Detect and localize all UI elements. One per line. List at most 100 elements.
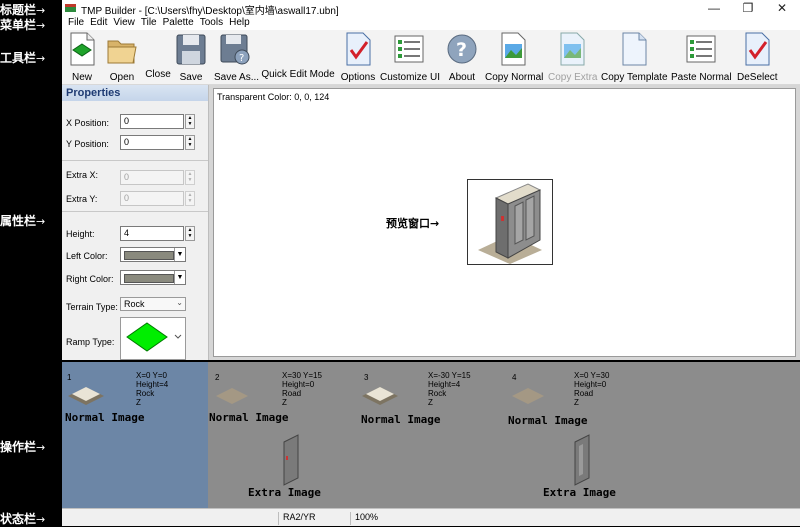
y-position-input[interactable]: 0 ▲ ▼: [120, 135, 195, 150]
about-button[interactable]: ? About: [444, 32, 480, 83]
extra-x-spinner[interactable]: ▲ ▼: [185, 170, 195, 185]
tile-preview: [467, 179, 553, 265]
tile-1-thumbnail[interactable]: [66, 382, 106, 406]
right-color-label: Right Color:: [66, 274, 114, 284]
preview-area: Transparent Color: 0, 0, 124 预览窗口→: [209, 85, 800, 360]
height-spinner[interactable]: ▲ ▼: [185, 226, 195, 241]
menu-tile[interactable]: Tile: [141, 16, 157, 30]
quick-edit-mode-button[interactable]: Quick Edit Mode: [261, 32, 335, 80]
extra-y-spinner[interactable]: ▲ ▼: [185, 191, 195, 206]
extra-y-value: 0: [124, 193, 130, 203]
copy-template-button[interactable]: Copy Template: [601, 32, 668, 83]
menu-tools[interactable]: Tools: [200, 16, 223, 30]
menu-palette[interactable]: Palette: [163, 16, 194, 30]
extra-x-input[interactable]: 0 ▲ ▼: [120, 170, 195, 185]
annotation-label: 属性栏: [0, 214, 37, 228]
options-label: Options: [340, 72, 376, 83]
svg-text:?: ?: [239, 53, 244, 64]
status-zoom: 100%: [350, 512, 415, 525]
height-value: 4: [124, 228, 130, 238]
save-as-button[interactable]: ? Save As...: [214, 32, 260, 83]
copy-image-icon: [501, 32, 526, 66]
transparent-color-text: Transparent Color: 0, 0, 124: [217, 92, 330, 102]
tile-4-extra-label: Extra Image: [543, 486, 616, 499]
annotation-label: 操作栏: [0, 440, 37, 454]
divider: [62, 160, 208, 161]
restore-button[interactable]: ❐: [736, 0, 760, 16]
new-button[interactable]: New: [66, 32, 98, 83]
list-settings-icon: [394, 35, 424, 63]
copy-extra-button[interactable]: Copy Extra: [548, 32, 598, 83]
tile-2-extra-image[interactable]: [280, 434, 304, 486]
new-label: New: [71, 72, 92, 83]
menu-help[interactable]: Help: [229, 16, 250, 30]
blank-page-icon: [622, 32, 647, 66]
tile-number: 2: [215, 373, 220, 382]
tile-1-normal-label: Normal Image: [65, 411, 145, 424]
save-as-label: Save As...: [214, 72, 260, 83]
tile-info-line: Height=0: [282, 380, 315, 389]
annotation-toolbar: 工具栏→: [0, 51, 46, 65]
chevron-down-icon: ▼: [174, 271, 185, 284]
window-title: TMP Builder - [C:\Users\fhy\Desktop\室内墙\…: [81, 6, 339, 17]
ramp-diamond-icon: [126, 322, 182, 352]
terrain-type-value: Rock: [124, 299, 145, 309]
save-button[interactable]: Save: [176, 32, 206, 83]
paste-list-icon: [686, 35, 716, 63]
left-color-label: Left Color:: [66, 251, 108, 261]
close-button[interactable]: Close: [144, 32, 172, 80]
title-bar: TMP Builder - [C:\Users\fhy\Desktop\室内墙\…: [62, 0, 800, 17]
height-input[interactable]: 4 ▲ ▼: [120, 226, 195, 241]
minimize-button[interactable]: —: [702, 0, 726, 16]
extra-x-value: 0: [124, 172, 130, 182]
open-label: Open: [109, 72, 135, 83]
new-file-icon: [70, 32, 95, 66]
options-button[interactable]: Options: [340, 32, 376, 83]
annotation-status-bar: 状态栏→: [0, 512, 46, 526]
copy-normal-button[interactable]: Copy Normal: [485, 32, 543, 83]
tile-2-thumbnail[interactable]: [212, 382, 252, 406]
preview-canvas[interactable]: Transparent Color: 0, 0, 124 预览窗口→: [213, 88, 796, 357]
y-position-spinner[interactable]: ▲ ▼: [185, 135, 195, 150]
about-label: About: [448, 72, 476, 83]
tile-info-line: Height=4: [428, 380, 461, 389]
deselect-button[interactable]: DeSelect: [737, 32, 778, 83]
copy-template-label: Copy Template: [601, 72, 668, 83]
menu-file[interactable]: File: [68, 16, 84, 30]
right-color-picker[interactable]: ▼: [120, 270, 186, 285]
paste-normal-button[interactable]: Paste Normal: [671, 32, 732, 83]
x-position-spinner[interactable]: ▲ ▼: [185, 114, 195, 129]
tile-2-info: X=30 Y=15 Height=0 Road Z: [282, 371, 322, 407]
extra-x-label: Extra X:: [66, 170, 99, 180]
tile-info-line: Height=4: [136, 380, 169, 389]
ramp-type-select[interactable]: [120, 317, 186, 360]
copy-extra-label: Copy Extra: [548, 72, 598, 83]
x-position-label: X Position:: [66, 118, 110, 128]
deselect-check-icon: [745, 32, 770, 66]
open-button[interactable]: Open: [105, 32, 139, 83]
x-position-input[interactable]: 0 ▲ ▼: [120, 114, 195, 129]
annotation-label: 标题栏: [0, 3, 37, 17]
tile-4-thumbnail[interactable]: [508, 382, 548, 406]
svg-text:?: ?: [456, 39, 467, 61]
menu-edit[interactable]: Edit: [90, 16, 107, 30]
left-color-picker[interactable]: ▼: [120, 247, 186, 262]
terrain-type-select[interactable]: Rock ⌄: [120, 297, 186, 311]
extra-y-input[interactable]: 0 ▲ ▼: [120, 191, 195, 206]
help-icon: ?: [447, 34, 477, 64]
menu-view[interactable]: View: [113, 16, 135, 30]
close-icon: [144, 32, 174, 66]
tile-3-thumbnail[interactable]: [360, 382, 400, 406]
tile-info-line: Z: [428, 398, 433, 407]
tile-info-line: X=0 Y=30: [574, 371, 610, 380]
x-position-value: 0: [124, 116, 130, 126]
tile-info-line: Height=0: [574, 380, 607, 389]
checklist-icon: [346, 32, 371, 66]
tile-info-line: X=-30 Y=15: [428, 371, 471, 380]
tile-number: 1: [67, 373, 72, 382]
tile-4-extra-image[interactable]: [571, 434, 595, 486]
toolbar: New Open Close Save ? Save As... Quick E…: [62, 30, 800, 85]
close-window-button[interactable]: ✕: [770, 0, 794, 16]
tile-info-line: X=0 Y=0: [136, 371, 167, 380]
customize-ui-button[interactable]: Customize UI: [380, 32, 440, 83]
